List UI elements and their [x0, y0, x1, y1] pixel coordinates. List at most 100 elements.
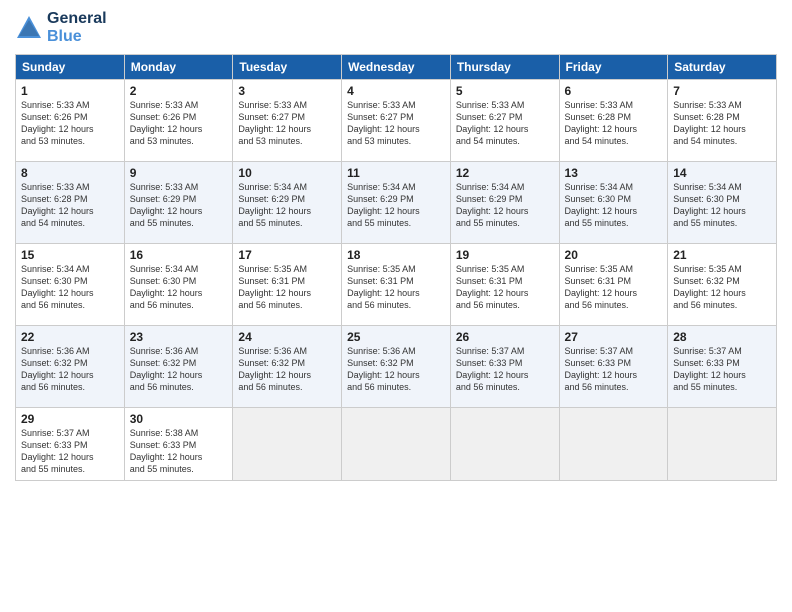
- day-number: 7: [673, 84, 771, 98]
- day-info: Sunrise: 5:34 AM Sunset: 6:30 PM Dayligh…: [565, 181, 663, 230]
- calendar-cell: 27Sunrise: 5:37 AM Sunset: 6:33 PM Dayli…: [559, 326, 668, 408]
- calendar-cell: 26Sunrise: 5:37 AM Sunset: 6:33 PM Dayli…: [450, 326, 559, 408]
- calendar-body: 1Sunrise: 5:33 AM Sunset: 6:26 PM Daylig…: [16, 80, 777, 481]
- calendar-cell: 17Sunrise: 5:35 AM Sunset: 6:31 PM Dayli…: [233, 244, 342, 326]
- calendar-cell: 21Sunrise: 5:35 AM Sunset: 6:32 PM Dayli…: [668, 244, 777, 326]
- day-info: Sunrise: 5:37 AM Sunset: 6:33 PM Dayligh…: [565, 345, 663, 394]
- calendar-cell: [450, 408, 559, 481]
- calendar-cell: 25Sunrise: 5:36 AM Sunset: 6:32 PM Dayli…: [342, 326, 451, 408]
- day-info: Sunrise: 5:36 AM Sunset: 6:32 PM Dayligh…: [238, 345, 336, 394]
- calendar-cell: 28Sunrise: 5:37 AM Sunset: 6:33 PM Dayli…: [668, 326, 777, 408]
- day-number: 28: [673, 330, 771, 344]
- day-info: Sunrise: 5:33 AM Sunset: 6:26 PM Dayligh…: [21, 99, 119, 148]
- calendar-cell: 4Sunrise: 5:33 AM Sunset: 6:27 PM Daylig…: [342, 80, 451, 162]
- day-info: Sunrise: 5:33 AM Sunset: 6:28 PM Dayligh…: [565, 99, 663, 148]
- calendar-cell: 11Sunrise: 5:34 AM Sunset: 6:29 PM Dayli…: [342, 162, 451, 244]
- calendar-cell: 20Sunrise: 5:35 AM Sunset: 6:31 PM Dayli…: [559, 244, 668, 326]
- col-header-tuesday: Tuesday: [233, 55, 342, 80]
- day-info: Sunrise: 5:37 AM Sunset: 6:33 PM Dayligh…: [456, 345, 554, 394]
- col-header-thursday: Thursday: [450, 55, 559, 80]
- calendar-cell: 5Sunrise: 5:33 AM Sunset: 6:27 PM Daylig…: [450, 80, 559, 162]
- calendar-cell: 12Sunrise: 5:34 AM Sunset: 6:29 PM Dayli…: [450, 162, 559, 244]
- calendar-cell: 9Sunrise: 5:33 AM Sunset: 6:29 PM Daylig…: [124, 162, 233, 244]
- calendar-cell: 19Sunrise: 5:35 AM Sunset: 6:31 PM Dayli…: [450, 244, 559, 326]
- day-info: Sunrise: 5:37 AM Sunset: 6:33 PM Dayligh…: [21, 427, 119, 476]
- calendar-cell: 2Sunrise: 5:33 AM Sunset: 6:26 PM Daylig…: [124, 80, 233, 162]
- day-info: Sunrise: 5:33 AM Sunset: 6:29 PM Dayligh…: [130, 181, 228, 230]
- day-number: 14: [673, 166, 771, 180]
- calendar-cell: 18Sunrise: 5:35 AM Sunset: 6:31 PM Dayli…: [342, 244, 451, 326]
- calendar-cell: 15Sunrise: 5:34 AM Sunset: 6:30 PM Dayli…: [16, 244, 125, 326]
- calendar-row-1: 1Sunrise: 5:33 AM Sunset: 6:26 PM Daylig…: [16, 80, 777, 162]
- day-number: 21: [673, 248, 771, 262]
- calendar-cell: [342, 408, 451, 481]
- calendar-cell: 10Sunrise: 5:34 AM Sunset: 6:29 PM Dayli…: [233, 162, 342, 244]
- day-number: 29: [21, 412, 119, 426]
- col-header-wednesday: Wednesday: [342, 55, 451, 80]
- day-info: Sunrise: 5:34 AM Sunset: 6:29 PM Dayligh…: [238, 181, 336, 230]
- day-info: Sunrise: 5:34 AM Sunset: 6:30 PM Dayligh…: [21, 263, 119, 312]
- calendar-cell: 8Sunrise: 5:33 AM Sunset: 6:28 PM Daylig…: [16, 162, 125, 244]
- day-number: 27: [565, 330, 663, 344]
- calendar-header-row: Sunday Monday Tuesday Wednesday Thursday…: [16, 55, 777, 80]
- calendar-row-2: 8Sunrise: 5:33 AM Sunset: 6:28 PM Daylig…: [16, 162, 777, 244]
- day-number: 10: [238, 166, 336, 180]
- page: General Blue Sunday Monday Tuesday Wedne…: [0, 0, 792, 612]
- calendar-cell: 1Sunrise: 5:33 AM Sunset: 6:26 PM Daylig…: [16, 80, 125, 162]
- header: General Blue: [15, 10, 777, 46]
- day-info: Sunrise: 5:35 AM Sunset: 6:31 PM Dayligh…: [565, 263, 663, 312]
- day-number: 22: [21, 330, 119, 344]
- calendar-row-5: 29Sunrise: 5:37 AM Sunset: 6:33 PM Dayli…: [16, 408, 777, 481]
- day-info: Sunrise: 5:36 AM Sunset: 6:32 PM Dayligh…: [21, 345, 119, 394]
- day-info: Sunrise: 5:35 AM Sunset: 6:31 PM Dayligh…: [456, 263, 554, 312]
- day-info: Sunrise: 5:33 AM Sunset: 6:27 PM Dayligh…: [347, 99, 445, 148]
- day-info: Sunrise: 5:33 AM Sunset: 6:28 PM Dayligh…: [21, 181, 119, 230]
- day-info: Sunrise: 5:33 AM Sunset: 6:27 PM Dayligh…: [238, 99, 336, 148]
- col-header-sunday: Sunday: [16, 55, 125, 80]
- calendar-cell: 3Sunrise: 5:33 AM Sunset: 6:27 PM Daylig…: [233, 80, 342, 162]
- day-info: Sunrise: 5:33 AM Sunset: 6:27 PM Dayligh…: [456, 99, 554, 148]
- day-info: Sunrise: 5:36 AM Sunset: 6:32 PM Dayligh…: [347, 345, 445, 394]
- calendar-cell: 29Sunrise: 5:37 AM Sunset: 6:33 PM Dayli…: [16, 408, 125, 481]
- day-number: 13: [565, 166, 663, 180]
- day-info: Sunrise: 5:35 AM Sunset: 6:31 PM Dayligh…: [238, 263, 336, 312]
- calendar-cell: 6Sunrise: 5:33 AM Sunset: 6:28 PM Daylig…: [559, 80, 668, 162]
- col-header-saturday: Saturday: [668, 55, 777, 80]
- calendar-cell: [233, 408, 342, 481]
- col-header-monday: Monday: [124, 55, 233, 80]
- day-number: 30: [130, 412, 228, 426]
- calendar-table: Sunday Monday Tuesday Wednesday Thursday…: [15, 54, 777, 481]
- day-info: Sunrise: 5:37 AM Sunset: 6:33 PM Dayligh…: [673, 345, 771, 394]
- calendar-row-4: 22Sunrise: 5:36 AM Sunset: 6:32 PM Dayli…: [16, 326, 777, 408]
- day-number: 16: [130, 248, 228, 262]
- day-number: 20: [565, 248, 663, 262]
- day-number: 9: [130, 166, 228, 180]
- day-info: Sunrise: 5:38 AM Sunset: 6:33 PM Dayligh…: [130, 427, 228, 476]
- day-info: Sunrise: 5:33 AM Sunset: 6:28 PM Dayligh…: [673, 99, 771, 148]
- logo: General Blue: [15, 10, 107, 46]
- calendar-cell: [668, 408, 777, 481]
- day-info: Sunrise: 5:36 AM Sunset: 6:32 PM Dayligh…: [130, 345, 228, 394]
- day-number: 15: [21, 248, 119, 262]
- col-header-friday: Friday: [559, 55, 668, 80]
- day-number: 8: [21, 166, 119, 180]
- calendar-cell: 7Sunrise: 5:33 AM Sunset: 6:28 PM Daylig…: [668, 80, 777, 162]
- day-number: 25: [347, 330, 445, 344]
- day-number: 11: [347, 166, 445, 180]
- day-number: 23: [130, 330, 228, 344]
- calendar-cell: 14Sunrise: 5:34 AM Sunset: 6:30 PM Dayli…: [668, 162, 777, 244]
- calendar-cell: 23Sunrise: 5:36 AM Sunset: 6:32 PM Dayli…: [124, 326, 233, 408]
- day-number: 17: [238, 248, 336, 262]
- calendar-cell: 24Sunrise: 5:36 AM Sunset: 6:32 PM Dayli…: [233, 326, 342, 408]
- logo-text: General Blue: [47, 10, 107, 46]
- day-info: Sunrise: 5:35 AM Sunset: 6:31 PM Dayligh…: [347, 263, 445, 312]
- calendar-row-3: 15Sunrise: 5:34 AM Sunset: 6:30 PM Dayli…: [16, 244, 777, 326]
- day-number: 5: [456, 84, 554, 98]
- day-number: 4: [347, 84, 445, 98]
- calendar-cell: 22Sunrise: 5:36 AM Sunset: 6:32 PM Dayli…: [16, 326, 125, 408]
- calendar-cell: [559, 408, 668, 481]
- day-number: 1: [21, 84, 119, 98]
- day-number: 2: [130, 84, 228, 98]
- calendar-cell: 30Sunrise: 5:38 AM Sunset: 6:33 PM Dayli…: [124, 408, 233, 481]
- day-number: 24: [238, 330, 336, 344]
